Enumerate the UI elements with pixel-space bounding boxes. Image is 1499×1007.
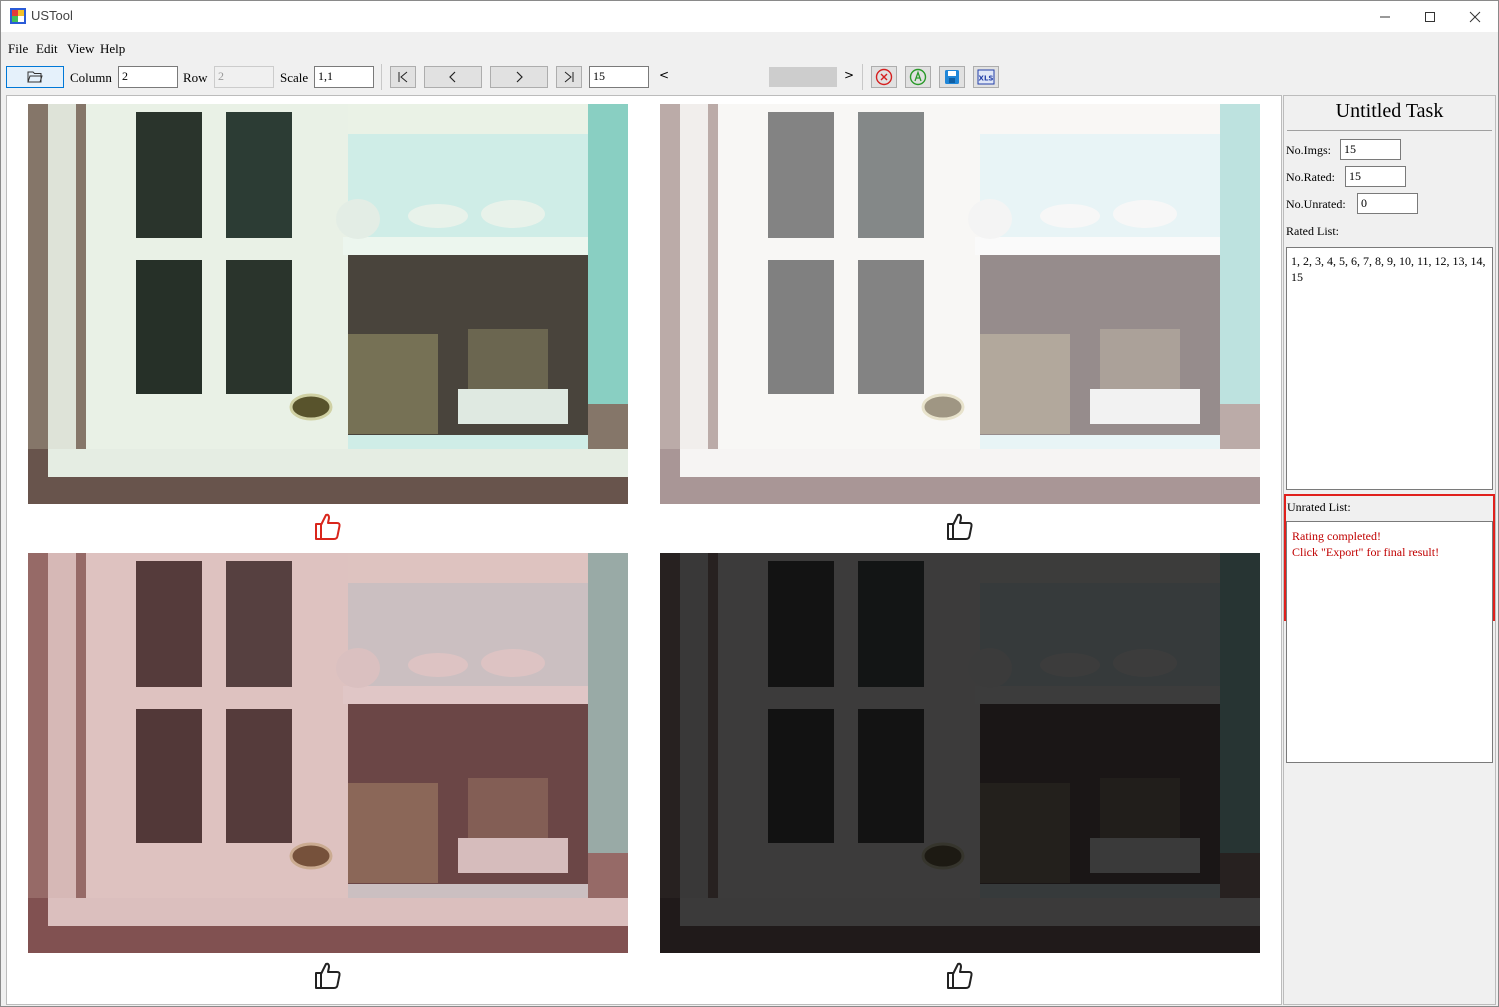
menu-edit[interactable]: Edit [36,41,58,57]
menu-file[interactable]: File [8,41,28,57]
image-tile-1[interactable] [28,104,628,504]
column-field[interactable]: 2 [118,66,178,88]
scale-label: Scale [280,70,309,85]
like-icon-4[interactable] [945,961,975,991]
first-image-button[interactable] [390,66,416,88]
no-unrated-label: No.Unrated: [1286,197,1346,211]
chevron-left-icon [449,71,456,83]
no-rated-label: No.Rated: [1286,170,1335,184]
task-title: Untitled Task [1335,100,1444,122]
rated-list-box[interactable]: 1, 2, 3, 4, 5, 6, 7, 8, 9, 10, 11, 12, 1… [1286,247,1493,490]
folder-icon [27,71,43,83]
toolbar-divider [381,64,382,90]
auto-button[interactable] [905,66,931,88]
scale-field[interactable]: 1,1 [314,66,374,88]
column-label: Column [70,70,112,85]
save-button[interactable] [939,66,965,88]
auto-circle-icon [909,68,927,86]
open-folder-button[interactable] [6,66,64,88]
menu-view[interactable]: View [67,41,94,57]
save-icon [945,70,959,84]
menu-help[interactable]: Help [100,41,125,57]
scroll-left-arrow[interactable]: < [659,68,669,82]
task-panel: Untitled Task No.Imgs: 15 No.Rated: 15 N… [1283,95,1496,1005]
maximize-icon [1425,11,1435,22]
close-button[interactable] [1452,1,1498,32]
title-bar: USTool [1,1,1498,32]
no-imgs-label: No.Imgs: [1286,143,1331,157]
chevron-right-icon [516,71,523,83]
scroll-right-arrow[interactable]: > [844,68,854,82]
like-icon-3[interactable] [313,961,343,991]
scroll-thumb[interactable] [769,67,837,87]
cancel-circle-icon [875,68,893,86]
status-line-1: Rating completed! [1292,529,1381,543]
no-rated-field[interactable]: 15 [1345,166,1406,187]
no-unrated-field[interactable]: 0 [1357,193,1418,214]
last-image-button[interactable] [556,66,582,88]
skip-first-icon [398,71,408,83]
row-field[interactable]: 2 [214,66,274,88]
image-grid-viewer [6,95,1282,1005]
maximize-button[interactable] [1407,1,1453,32]
minimize-icon [1380,16,1390,17]
toolbar-divider [862,64,863,90]
image-tile-2[interactable] [660,104,1260,504]
like-icon-2[interactable] [945,512,975,542]
image-index-field[interactable]: 15 [589,66,649,88]
unrated-list-label: Unrated List: [1287,500,1351,514]
app-window: USTool File Edit View Help Column 2 Row … [0,0,1499,1007]
no-imgs-field[interactable]: 15 [1340,139,1401,160]
like-icon-1[interactable] [313,512,343,542]
title-divider [1287,130,1492,131]
window-title: USTool [31,8,73,23]
rated-list-label: Rated List: [1286,224,1339,238]
clear-button[interactable] [871,66,897,88]
unrated-list-box[interactable]: Rating completed! Click "Export" for fin… [1286,521,1493,763]
excel-icon: XLS [977,69,995,85]
skip-last-icon [564,71,574,83]
app-icon [10,8,26,24]
minimize-button[interactable] [1362,1,1408,32]
svg-text:XLS: XLS [979,75,994,83]
next-button[interactable] [490,66,548,88]
previous-button[interactable] [424,66,482,88]
export-excel-button[interactable]: XLS [973,66,999,88]
image-tile-3[interactable] [28,553,628,953]
image-scrollbar[interactable]: < > [656,66,856,88]
close-icon [1469,11,1481,22]
status-line-2: Click "Export" for final result! [1292,545,1440,559]
row-label: Row [183,70,208,85]
image-tile-4[interactable] [660,553,1260,953]
